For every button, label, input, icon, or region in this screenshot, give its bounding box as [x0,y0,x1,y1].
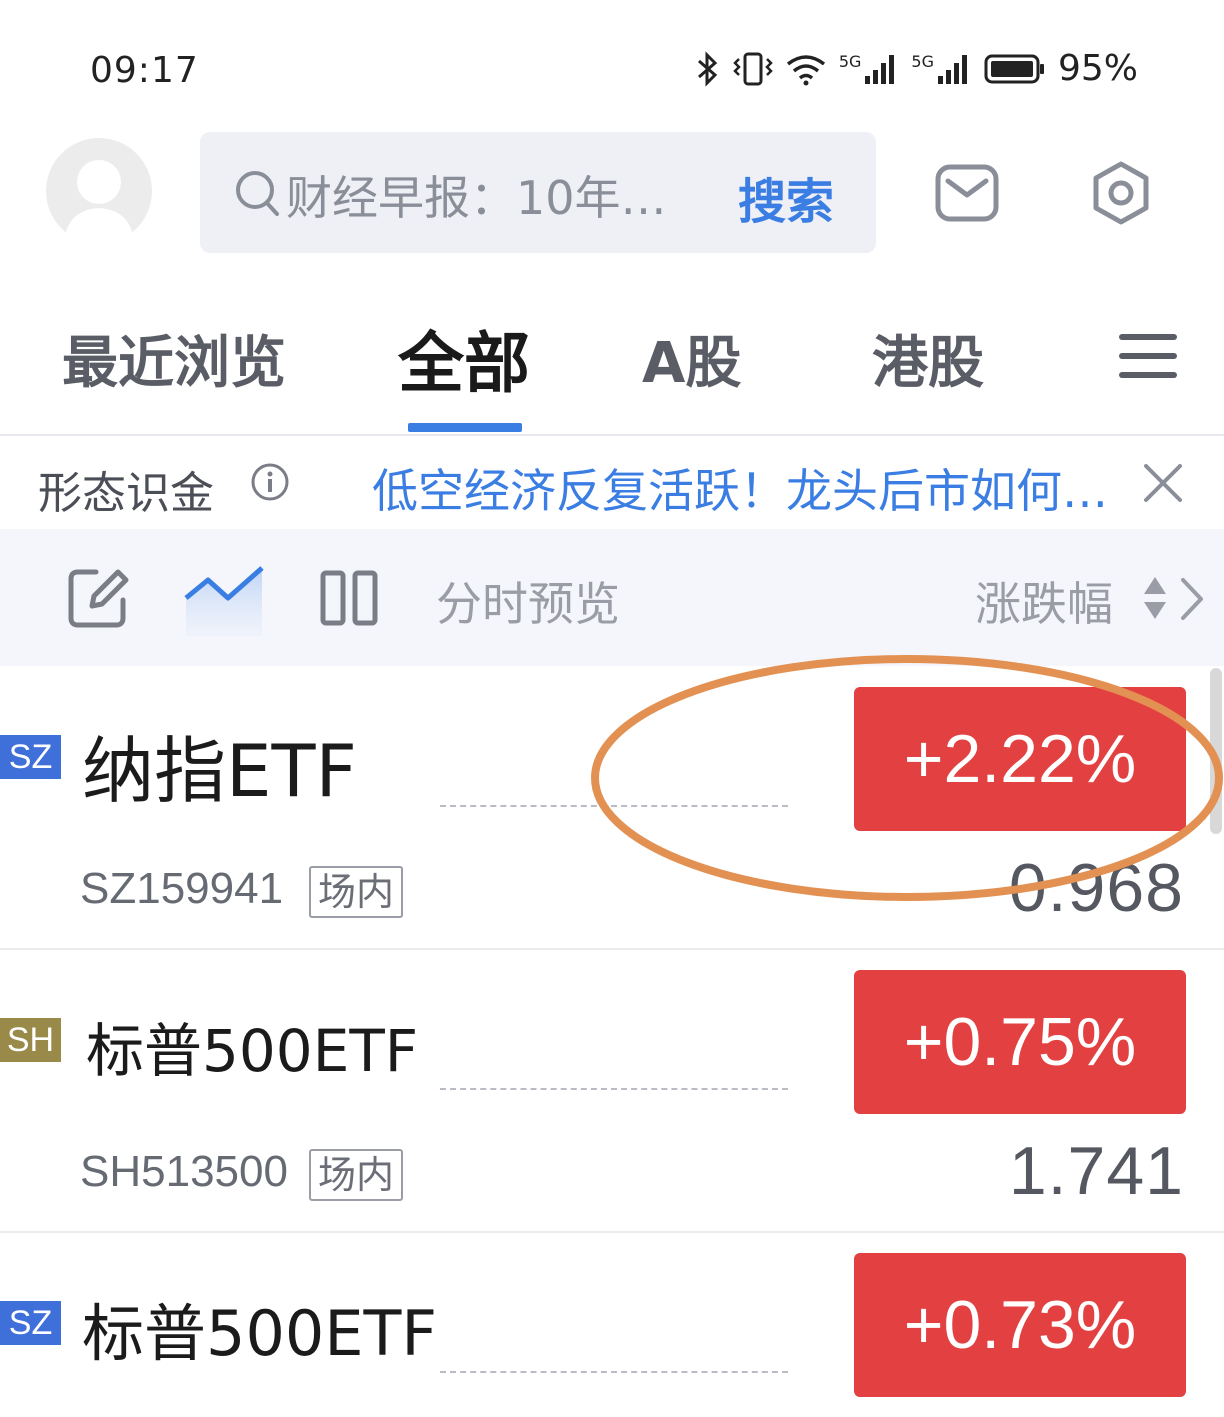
stock-code: SZ159941 [80,864,284,913]
info-icon[interactable] [250,462,290,502]
search-icon [236,171,279,216]
venue-tag: 场内 [309,866,404,918]
stock-name: 纳指ETF [82,729,357,813]
watchlist-row[interactable]: SH 标普500ETF +0.75% SH513500 场内 1.741 [0,950,1224,1233]
wifi-icon [786,54,825,85]
search-placeholder[interactable]: 财经早报：10年… [286,162,667,228]
stock-name: 标普500ETF [82,1297,438,1370]
venue-tag: 场内 [309,1149,404,1201]
battery-icon [984,54,1044,83]
highlight-annotation [591,655,1223,901]
sort-icon[interactable] [1142,574,1168,622]
gear-icon[interactable] [1088,160,1154,226]
tab-all[interactable]: 全部 [398,310,530,406]
stock-code: SH513500 [80,1147,288,1196]
chevron-right-icon[interactable] [1178,576,1206,622]
edit-icon[interactable] [66,566,132,630]
change-badge[interactable]: +0.73% [854,1253,1186,1397]
battery-level: 95% [1057,48,1138,89]
active-tab-indicator [408,423,522,432]
search-button[interactable]: 搜索 [738,162,834,232]
watchlist-row[interactable]: SZ 标普500ETF +0.73% [0,1233,1224,1417]
exchange-badge: SH [0,1018,61,1062]
avatar[interactable] [46,138,152,244]
menu-icon[interactable] [1117,332,1179,380]
tab-recent[interactable]: 最近浏览 [62,318,286,399]
mail-icon[interactable] [934,160,1000,226]
intraday-sparkline [440,1371,788,1373]
preview-label: 分时预览 [436,577,620,631]
exchange-badge: SZ [0,735,61,779]
stock-price: 1.741 [1008,1133,1184,1209]
divider [0,434,1224,436]
intraday-chart-icon[interactable] [184,562,264,638]
change-badge[interactable]: +0.75% [854,970,1186,1114]
columns-icon[interactable] [320,570,378,626]
signal-icon [865,54,895,84]
network-label: 5G [911,52,934,71]
close-icon[interactable] [1140,460,1186,506]
news-headline[interactable]: 低空经济反复活跃！龙头后市如何… [372,455,1108,521]
sort-change-button[interactable]: 涨跌幅 [975,568,1113,634]
tab-a-share[interactable]: A股 [642,318,741,399]
vibrate-icon [733,52,773,85]
status-time: 09:17 [90,50,199,91]
stock-name: 标普500ETF [86,1017,419,1085]
tab-hk-share[interactable]: 港股 [872,318,984,399]
bluetooth-icon [697,50,718,87]
network-label: 5G [838,52,862,71]
signal-icon [937,54,967,84]
intraday-sparkline [440,1088,788,1090]
news-label: 形态识金 [38,468,214,519]
exchange-badge: SZ [0,1301,61,1345]
status-icons: 5G 5G 95% [695,48,1138,89]
